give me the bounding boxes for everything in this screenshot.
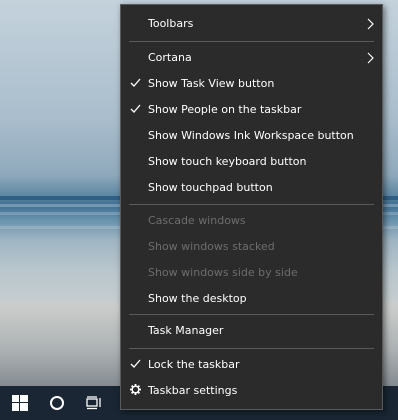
menu-item-label: Toolbars bbox=[148, 17, 194, 30]
task-view-button[interactable] bbox=[76, 386, 112, 420]
menu-item-label: Task Manager bbox=[148, 324, 224, 337]
menu-item-show-desktop[interactable]: Show the desktop bbox=[121, 286, 382, 312]
menu-item-label: Cortana bbox=[148, 51, 192, 64]
checkmark-icon bbox=[130, 78, 141, 87]
menu-item-cortana[interactable]: Cortana bbox=[121, 45, 382, 71]
menu-item-label: Lock the taskbar bbox=[148, 358, 240, 371]
chevron-right-icon bbox=[367, 18, 374, 30]
menu-item-label: Show the desktop bbox=[148, 292, 247, 305]
menu-item-show-people[interactable]: Show People on the taskbar bbox=[121, 97, 382, 123]
menu-item-taskbar-settings[interactable]: Taskbar settings bbox=[121, 378, 382, 404]
menu-separator bbox=[129, 348, 374, 349]
menu-item-label: Taskbar settings bbox=[148, 384, 238, 397]
menu-item-label: Cascade windows bbox=[148, 214, 246, 227]
menu-item-show-windows-stacked: Show windows stacked bbox=[121, 234, 382, 260]
chevron-right-icon bbox=[367, 52, 374, 64]
menu-item-label: Show windows side by side bbox=[148, 266, 298, 279]
menu-item-label: Show touch keyboard button bbox=[148, 155, 307, 168]
menu-item-show-touch-keyboard[interactable]: Show touch keyboard button bbox=[121, 149, 382, 175]
menu-separator bbox=[129, 41, 374, 42]
cortana-button[interactable] bbox=[39, 386, 75, 420]
menu-item-label: Show touchpad button bbox=[148, 181, 273, 194]
menu-item-toolbars[interactable]: Toolbars bbox=[121, 11, 382, 37]
menu-separator bbox=[129, 204, 374, 205]
menu-item-label: Show Windows Ink Workspace button bbox=[148, 129, 354, 142]
menu-item-label: Show windows stacked bbox=[148, 240, 275, 253]
cortana-circle-icon bbox=[50, 396, 64, 410]
gear-icon bbox=[130, 384, 141, 395]
menu-item-task-manager[interactable]: Task Manager bbox=[121, 318, 382, 344]
checkmark-icon bbox=[130, 359, 141, 368]
taskbar-context-menu: Toolbars Cortana Show Task View button S… bbox=[120, 4, 383, 410]
menu-item-show-windows-side-by-side: Show windows side by side bbox=[121, 260, 382, 286]
menu-item-lock-taskbar[interactable]: Lock the taskbar bbox=[121, 352, 382, 378]
menu-item-show-task-view[interactable]: Show Task View button bbox=[121, 71, 382, 97]
task-view-icon bbox=[86, 396, 101, 410]
checkmark-icon bbox=[130, 104, 141, 113]
windows-start-icon bbox=[12, 395, 28, 411]
menu-item-label: Show Task View button bbox=[148, 77, 275, 90]
menu-item-label: Show People on the taskbar bbox=[148, 103, 302, 116]
start-button[interactable] bbox=[2, 386, 38, 420]
menu-item-cascade-windows: Cascade windows bbox=[121, 208, 382, 234]
menu-separator bbox=[129, 314, 374, 315]
menu-item-show-ink-workspace[interactable]: Show Windows Ink Workspace button bbox=[121, 123, 382, 149]
menu-item-show-touchpad[interactable]: Show touchpad button bbox=[121, 175, 382, 201]
